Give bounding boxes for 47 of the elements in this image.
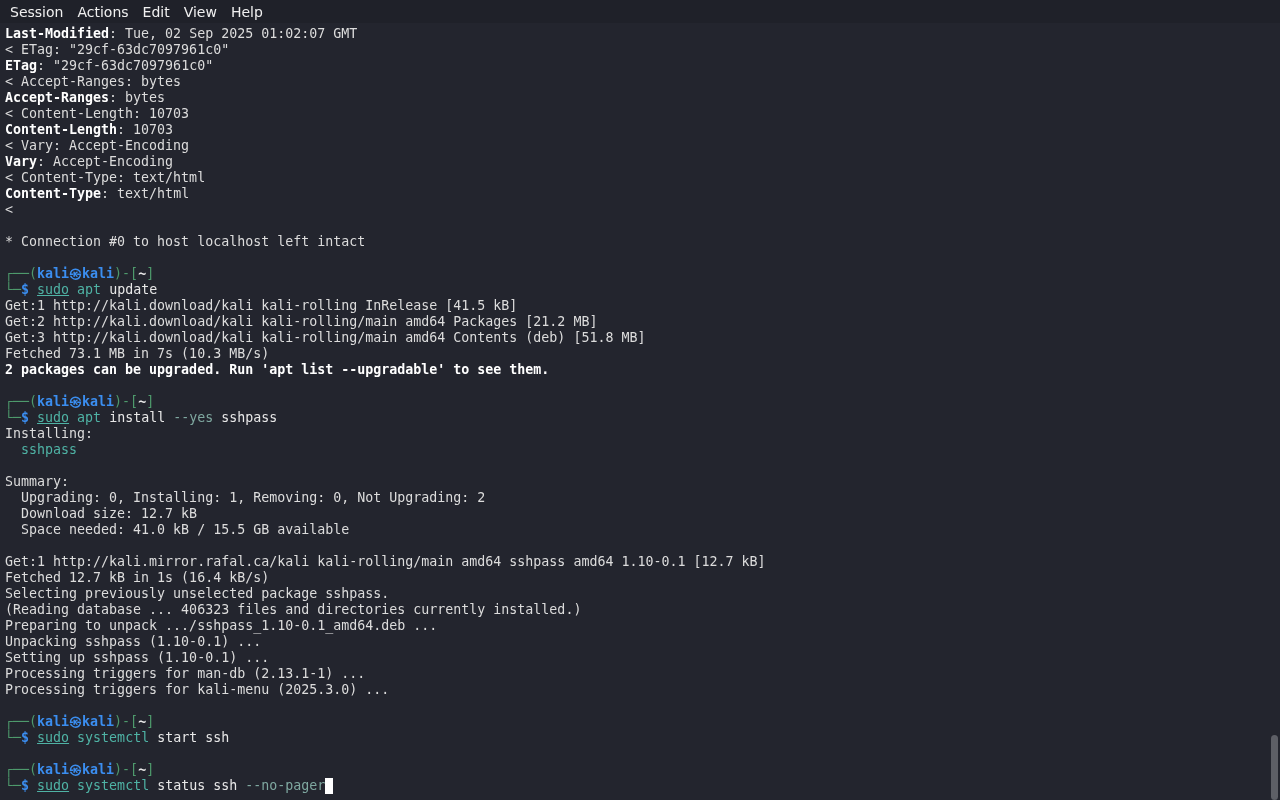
output-line: Unpacking sshpass (1.10-0.1) ... [5, 634, 263, 650]
command-line: └─$ sudo systemctl status ssh --no-pager [5, 778, 326, 794]
output-line: Summary: [5, 474, 71, 490]
output-line: Get:1 http://kali.mirror.rafal.ca/kali kali-rolling/main amd64 sshpass amd64 1.10-0.1 [12.7 kB] [5, 554, 767, 570]
output-line: Processing triggers for kali-menu (2025.3.0) ... [5, 682, 391, 698]
output-line: ETag: "29cf-63dc7097961c0" [5, 58, 215, 74]
package-name: sshpass [20, 442, 79, 458]
output-line: Setting up sshpass (1.10-0.1) ... [5, 650, 271, 666]
output-line: Content-Length: 10703 [5, 122, 175, 138]
command-line: └─$ sudo apt update [5, 282, 158, 298]
output-line: < Accept-Ranges: bytes [5, 74, 183, 90]
output-line: < Vary: Accept-Encoding [5, 138, 191, 154]
output-line: Installing: [5, 426, 95, 442]
output-line: < Content-Type: text/html [5, 170, 207, 186]
menu-item[interactable]: View [176, 3, 224, 20]
menu-item[interactable]: Help [223, 3, 270, 20]
output-line: Processing triggers for man-db (2.13.1-1) ... [5, 666, 367, 682]
output-line: < Content-Length: 10703 [5, 106, 191, 122]
prompt-line: ┌──(kali㉿kali)-[~] [5, 714, 155, 730]
output-line: Get:3 http://kali.download/kali kali-rolling/main amd64 Contents (deb) [51.8 MB] [5, 330, 647, 346]
command-line: └─$ sudo systemctl start ssh [5, 730, 230, 746]
prompt-line: ┌──(kali㉿kali)-[~] [5, 762, 155, 778]
output-line: (Reading database ... 406323 files and directories currently installed.) [5, 602, 583, 618]
output-line: Accept-Ranges: bytes [5, 90, 167, 106]
output-line: Download size: 12.7 kB [20, 506, 199, 522]
output-line: Vary: Accept-Encoding [5, 154, 175, 170]
output-line: 2 packages can be upgraded. Run 'apt list --upgradable' to see them. [5, 362, 551, 378]
output-line: Upgrading: 0, Installing: 1, Removing: 0, Not Upgrading: 2 [20, 490, 487, 506]
menu-item[interactable]: Actions [70, 3, 136, 20]
output-line: Fetched 73.1 MB in 7s (10.3 MB/s) [5, 346, 271, 362]
menu-item[interactable]: Session [3, 3, 71, 20]
output-line: Last-Modified: Tue, 02 Sep 2025 01:02:07 GMT [5, 26, 359, 42]
output-line: * Connection #0 to host localhost left intact [5, 234, 367, 250]
output-line: Content-Type: text/html [5, 186, 191, 202]
prompt-line: ┌──(kali㉿kali)-[~] [5, 394, 155, 410]
prompt-line: ┌──(kali㉿kali)-[~] [5, 266, 155, 282]
output-line: Selecting previously unselected package sshpass. [5, 586, 391, 602]
command-line: └─$ sudo apt install --yes sshpass [5, 410, 278, 426]
output-line: < ETag: "29cf-63dc7097961c0" [5, 42, 231, 58]
output-line: Fetched 12.7 kB in 1s (16.4 kB/s) [5, 570, 271, 586]
scrollbar-thumb[interactable] [1271, 735, 1278, 800]
output-line: < [5, 202, 14, 218]
output-line: Get:2 http://kali.download/kali kali-rolling/main amd64 Packages [21.2 MB] [5, 314, 599, 330]
output-line: Space needed: 41.0 kB / 15.5 GB available [20, 522, 351, 538]
output-line: Preparing to unpack .../sshpass_1.10-0.1_amd64.deb ... [5, 618, 439, 634]
menu-item[interactable]: Edit [135, 3, 177, 20]
output-line: Get:1 http://kali.download/kali kali-rolling InRelease [41.5 kB] [5, 298, 519, 314]
